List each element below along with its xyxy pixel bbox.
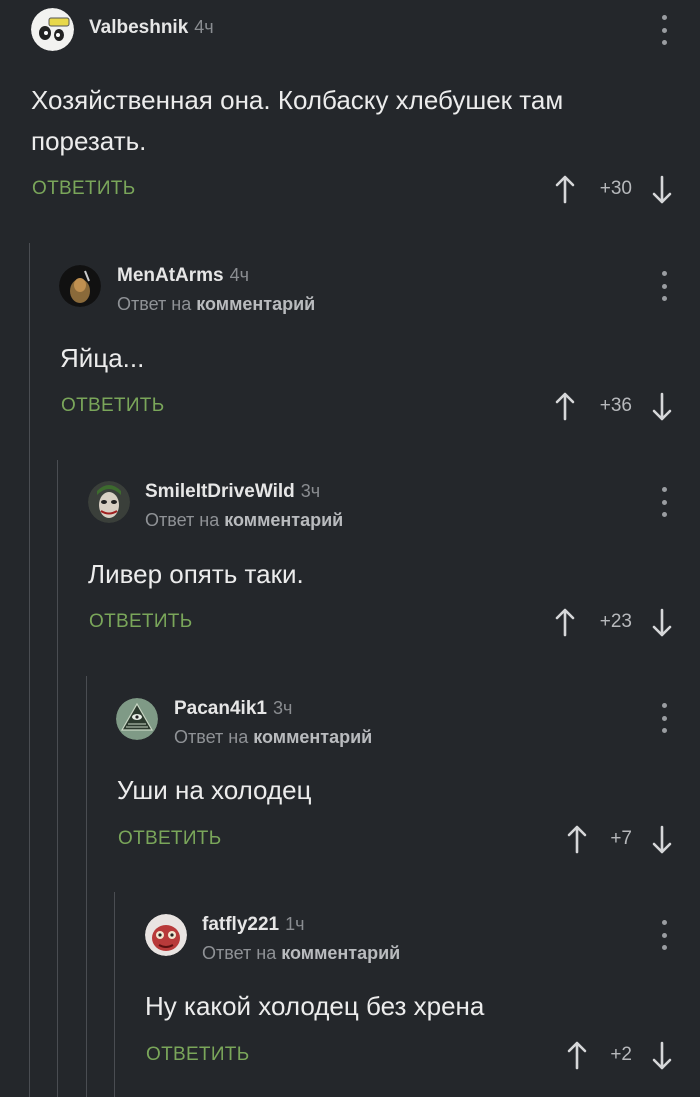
thread-line bbox=[86, 676, 87, 1097]
comment-text: Яйца... bbox=[60, 343, 145, 373]
vote-score: +2 bbox=[610, 1044, 632, 1065]
reply-button[interactable]: ОТВЕТИТЬ bbox=[146, 1044, 249, 1066]
thread-line bbox=[114, 892, 115, 1097]
reply-to-link[interactable]: Ответ на комментарий bbox=[145, 510, 343, 531]
arrow-down-icon[interactable] bbox=[651, 392, 673, 422]
avatar[interactable] bbox=[145, 914, 187, 956]
reply-to-link[interactable]: Ответ на комментарий bbox=[202, 943, 400, 964]
vote-score: +36 bbox=[599, 395, 632, 416]
thread-line bbox=[29, 243, 30, 1097]
vote-score: +23 bbox=[599, 611, 632, 632]
more-vertical-icon[interactable] bbox=[657, 15, 671, 45]
more-vertical-icon[interactable] bbox=[657, 920, 671, 950]
comment-text: Уши на холодец bbox=[117, 775, 312, 805]
arrow-down-icon[interactable] bbox=[651, 608, 673, 638]
timestamp: 4ч bbox=[229, 265, 250, 285]
comment-text: Ну какой холодец без хрена bbox=[145, 991, 485, 1021]
timestamp: 3ч bbox=[272, 698, 293, 718]
timestamp: 3ч bbox=[300, 481, 321, 501]
author-name[interactable]: SmileItDriveWild 3ч bbox=[145, 481, 320, 503]
timestamp: 1ч bbox=[285, 914, 305, 934]
arrow-down-icon[interactable] bbox=[651, 175, 673, 205]
avatar[interactable] bbox=[31, 8, 74, 51]
vote-score: +7 bbox=[610, 828, 632, 849]
avatar[interactable] bbox=[59, 265, 101, 307]
reply-button[interactable]: ОТВЕТИТЬ bbox=[89, 611, 192, 633]
reply-button[interactable]: ОТВЕТИТЬ bbox=[61, 395, 164, 417]
more-vertical-icon[interactable] bbox=[657, 703, 671, 733]
more-vertical-icon[interactable] bbox=[657, 271, 671, 301]
comment-text: Хозяйственная она. Колбаску хлебушек там… bbox=[31, 85, 564, 156]
reply-to-link[interactable]: Ответ на комментарий bbox=[174, 727, 372, 748]
author-name[interactable]: Pacan4ik1 3ч bbox=[174, 698, 292, 720]
author-name[interactable]: Valbeshnik 4ч bbox=[89, 17, 214, 39]
avatar[interactable] bbox=[88, 481, 130, 523]
thread-line bbox=[57, 460, 58, 1097]
arrow-down-icon[interactable] bbox=[651, 825, 673, 855]
more-vertical-icon[interactable] bbox=[657, 487, 671, 517]
timestamp: 4ч bbox=[194, 17, 214, 37]
vote-score: +30 bbox=[599, 178, 632, 199]
reply-to-link[interactable]: Ответ на комментарий bbox=[117, 294, 315, 315]
author-name[interactable]: fatfly221 1ч bbox=[202, 914, 305, 936]
arrow-down-icon[interactable] bbox=[651, 1041, 673, 1071]
author-name[interactable]: MenAtArms 4ч bbox=[117, 265, 249, 287]
reply-button[interactable]: ОТВЕТИТЬ bbox=[32, 178, 135, 200]
avatar[interactable] bbox=[116, 698, 158, 740]
comment-text: Ливер опять таки. bbox=[88, 559, 304, 589]
reply-button[interactable]: ОТВЕТИТЬ bbox=[118, 828, 221, 850]
